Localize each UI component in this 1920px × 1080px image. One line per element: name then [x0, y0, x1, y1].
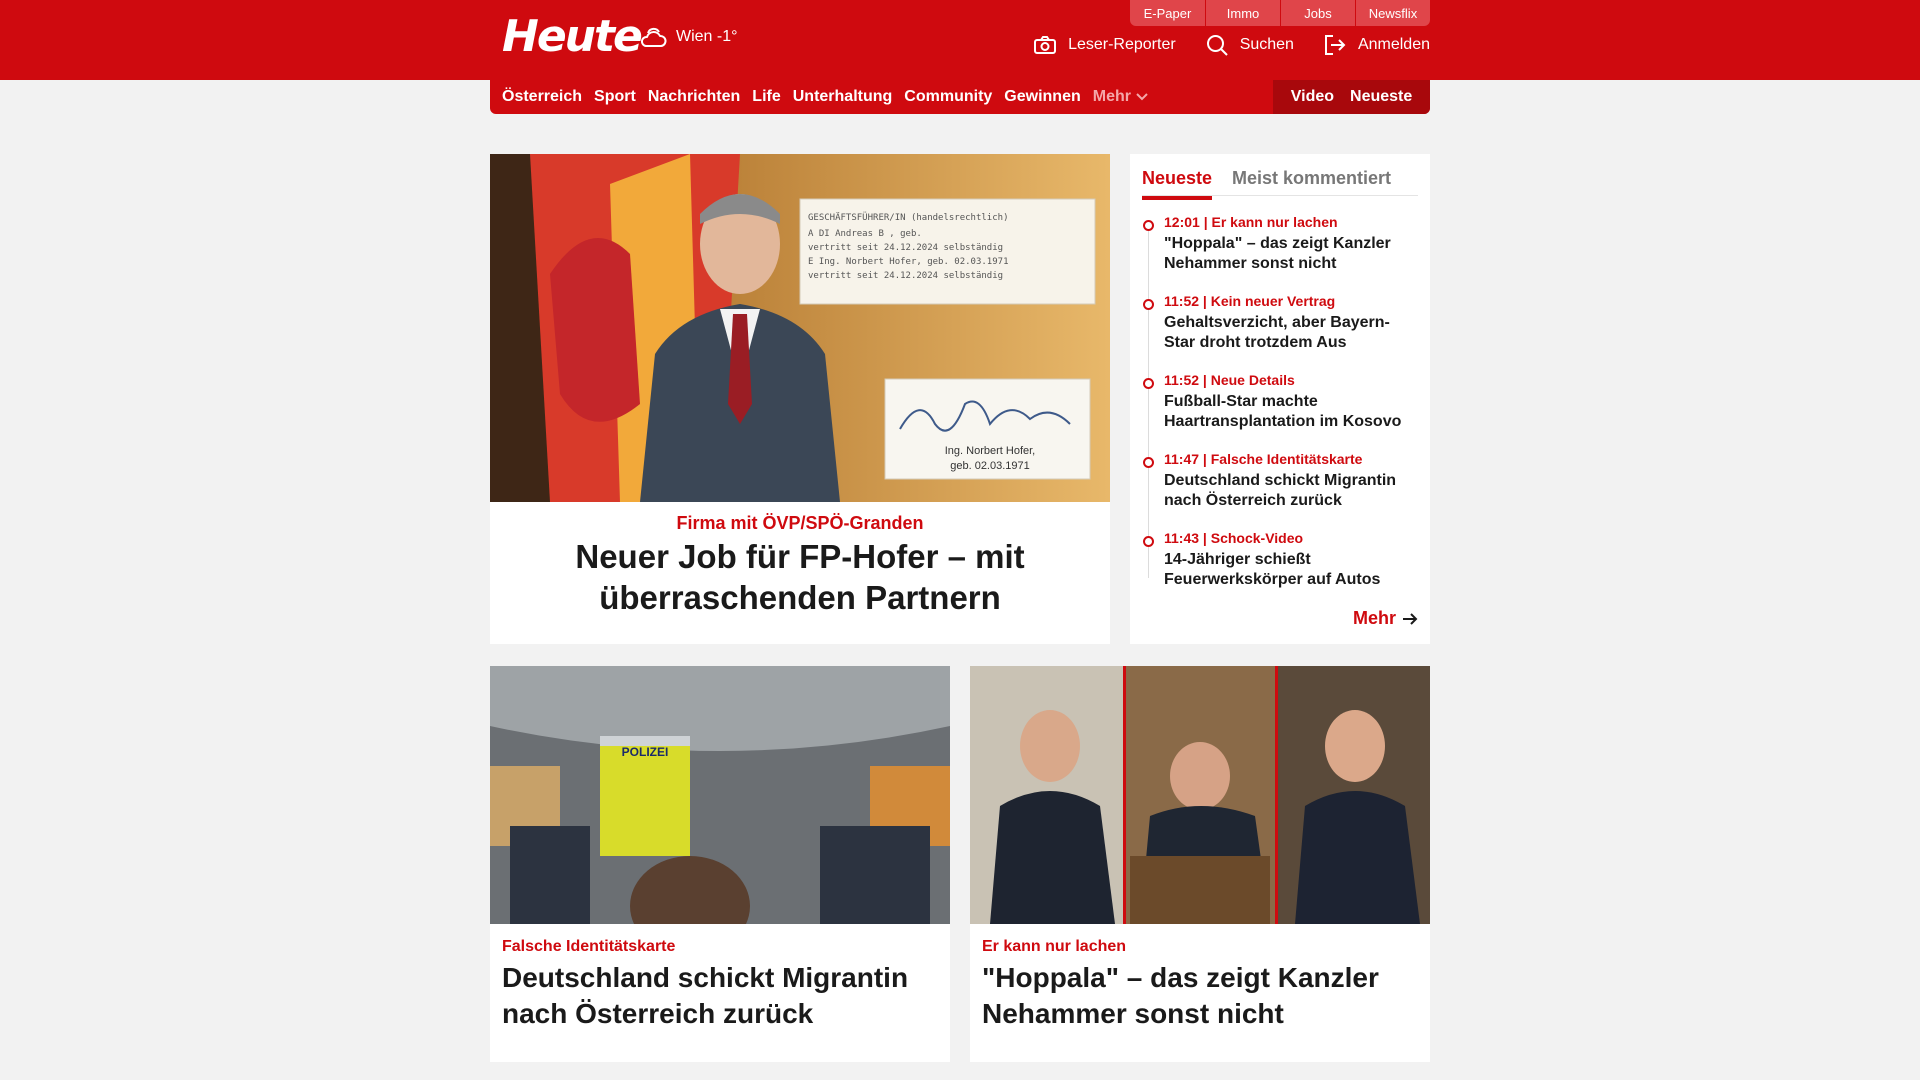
leser-reporter-button[interactable]: Leser-Reporter [1034, 36, 1176, 54]
nav-item-life[interactable]: Life [752, 88, 780, 106]
doc-line-2: A DI Andreas B , geb. [808, 229, 922, 239]
nav-neueste[interactable]: Neueste [1350, 88, 1412, 106]
nav-item-nachrichten[interactable]: Nachrichten [648, 88, 740, 106]
search-label: Suchen [1239, 36, 1294, 53]
nav-item-unterhaltung[interactable]: Unterhaltung [793, 88, 893, 106]
login-icon [1324, 35, 1346, 55]
header-actions: Leser-Reporter Suchen Anmelden [1004, 34, 1430, 56]
news-meta: 11:47 | Falsche Identitätskarte [1164, 451, 1363, 467]
top-header: Heute Wien -1° E-Paper Immo Jobs Newsfli… [0, 0, 1920, 80]
nav-item-oesterreich[interactable]: Österreich [502, 88, 582, 106]
card-kicker: Falsche Identitätskarte [502, 938, 676, 955]
card-title[interactable]: "Hoppala" – das zeigt Kanzler Nehammer s… [982, 960, 1418, 1032]
timeline-dot [1143, 457, 1154, 468]
card-image[interactable] [970, 666, 1430, 924]
news-meta: 11:43 | Schock-Video [1164, 530, 1304, 546]
heute-logo[interactable]: Heute [502, 12, 643, 62]
tab-newsflix[interactable]: Newsflix [1355, 0, 1430, 26]
nav-item-gewinnen[interactable]: Gewinnen [1004, 88, 1080, 106]
nav-item-community[interactable]: Community [904, 88, 992, 106]
tab-jobs[interactable]: Jobs [1280, 0, 1355, 26]
latest-news-sidebar: Neueste Meist kommentiert 12:01 | Er kan… [1130, 154, 1430, 644]
main-nav: Österreich Sport Nachrichten Life Unterh… [490, 80, 1430, 114]
doc-line-1: GESCHÄFTSFÜHRER/IN (handelsrechtlich) [808, 212, 1008, 223]
hero-title[interactable]: Neuer Job für FP-Hofer – mit überraschen… [530, 536, 1070, 618]
arrow-right-icon [1403, 612, 1418, 625]
sidebar-more-link[interactable]: Mehr [1353, 608, 1418, 629]
timeline-dot [1143, 220, 1154, 231]
news-meta: 11:52 | Kein neuer Vertrag [1164, 293, 1336, 309]
news-meta: 11:52 | Neue Details [1164, 372, 1295, 388]
login-button[interactable]: Anmelden [1324, 35, 1430, 55]
hero-photo: GESCHÄFTSFÜHRER/IN (handelsrechtlich) A … [490, 154, 1110, 502]
camera-icon [1034, 36, 1057, 54]
news-meta: 12:01 | Er kann nur lachen [1164, 214, 1338, 230]
nav-more-label: Mehr [1092, 88, 1131, 105]
hero-image[interactable]: GESCHÄFTSFÜHRER/IN (handelsrechtlich) A … [490, 154, 1110, 502]
tab-immo[interactable]: Immo [1205, 0, 1280, 26]
search-icon [1206, 35, 1228, 56]
tab-epaper[interactable]: E-Paper [1130, 0, 1205, 26]
doc-line-5: vertritt seit 24.12.2024 selbständig [808, 271, 1003, 281]
bus-photo: POLIZEI [490, 666, 950, 924]
doc-line-3: vertritt seit 24.12.2024 selbständig [808, 243, 1003, 253]
article-card-hoppala[interactable]: Er kann nur lachen "Hoppala" – das zeigt… [970, 666, 1430, 1062]
weather-text: Wien -1° [676, 28, 738, 45]
tab-neueste[interactable]: Neueste [1142, 168, 1213, 200]
list-item[interactable]: 11:43 | Schock-Video 14-Jähriger schießt… [1142, 530, 1418, 609]
signature-caption-1: Ing. Norbert Hofer, [945, 445, 1036, 457]
news-title[interactable]: Fußball-Star machte Haartransplantation … [1164, 392, 1418, 432]
article-card-migrantin[interactable]: POLIZEI Falsche Identitätskarte Deutschl… [490, 666, 950, 1062]
vest-text: POLIZEI [622, 745, 669, 759]
news-title[interactable]: "Hoppala" – das zeigt Kanzler Nehammer s… [1164, 234, 1418, 274]
news-title[interactable]: Gehaltsverzicht, aber Bayern-Star droht … [1164, 313, 1418, 353]
chevron-down-icon [1136, 93, 1148, 101]
leser-reporter-label: Leser-Reporter [1068, 36, 1176, 53]
timeline-dot [1143, 378, 1154, 389]
hero-article[interactable]: GESCHÄFTSFÜHRER/IN (handelsrechtlich) A … [490, 154, 1110, 644]
card-kicker: Er kann nur lachen [982, 938, 1127, 955]
nav-more-dropdown[interactable]: Mehr [1093, 88, 1149, 106]
list-item[interactable]: 12:01 | Er kann nur lachen "Hoppala" – d… [1142, 214, 1418, 293]
card-title[interactable]: Deutschland schickt Migrantin nach Öster… [502, 960, 938, 1032]
list-item[interactable]: 11:52 | Neue Details Fußball-Star machte… [1142, 372, 1418, 451]
list-item[interactable]: 11:47 | Falsche Identitätskarte Deutschl… [1142, 451, 1418, 530]
search-button[interactable]: Suchen [1206, 34, 1294, 56]
weather-widget[interactable]: Wien -1° [638, 24, 738, 50]
nav-video[interactable]: Video [1291, 88, 1334, 106]
nehammer-collage [970, 666, 1430, 924]
news-title[interactable]: 14-Jähriger schießt Feuerwerkskörper auf… [1164, 550, 1418, 590]
cloud-sun-icon [640, 27, 667, 47]
signature-caption-2: geb. 02.03.1971 [950, 460, 1030, 472]
login-label: Anmelden [1357, 36, 1430, 53]
timeline-dot [1143, 299, 1154, 310]
nav-right-group: Video Neueste [1273, 80, 1430, 114]
timeline-dot [1143, 536, 1154, 547]
card-image[interactable]: POLIZEI [490, 666, 950, 924]
sidebar-tabs: Neueste Meist kommentiert [1142, 162, 1418, 200]
sidebar-more-label: Mehr [1352, 608, 1396, 628]
top-tabs: E-Paper Immo Jobs Newsflix [1130, 0, 1430, 26]
doc-line-4: E Ing. Norbert Hofer, geb. 02.03.1971 [808, 257, 1008, 267]
nav-item-sport[interactable]: Sport [594, 88, 636, 106]
hero-kicker: Firma mit ÖVP/SPÖ-Granden [676, 513, 924, 533]
list-item[interactable]: 11:52 | Kein neuer Vertrag Gehaltsverzic… [1142, 293, 1418, 372]
tab-meist-kommentiert[interactable]: Meist kommentiert [1232, 168, 1391, 189]
news-title[interactable]: Deutschland schickt Migrantin nach Öster… [1164, 471, 1418, 511]
